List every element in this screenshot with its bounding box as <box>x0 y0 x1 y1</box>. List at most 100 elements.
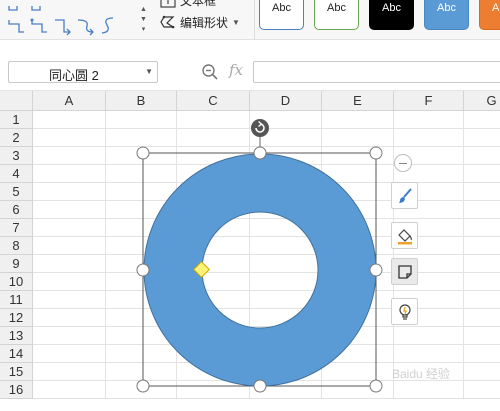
elbow-connector-icon[interactable] <box>6 6 27 36</box>
cell-g9[interactable] <box>464 255 500 273</box>
cell-g5[interactable] <box>464 183 500 201</box>
column-header-g[interactable]: G <box>464 91 500 111</box>
shape-style-preset-4[interactable]: Abc <box>424 0 469 30</box>
row-header-14[interactable]: 14 <box>0 345 33 363</box>
text-box-button[interactable]: 文本框 <box>160 0 216 9</box>
resize-handle-bottom-left[interactable] <box>136 379 150 393</box>
insert-function-button[interactable]: fx <box>229 61 243 79</box>
edit-shape-button[interactable]: 编辑形状 ▼ <box>160 13 240 31</box>
cell-g16[interactable] <box>464 381 500 399</box>
cell-g7[interactable] <box>464 219 500 237</box>
row-header-3[interactable]: 3 <box>0 147 33 165</box>
row-header-8[interactable]: 8 <box>0 237 33 255</box>
cell-b14[interactable] <box>106 345 177 363</box>
cell-g8[interactable] <box>464 237 500 255</box>
cell-e16[interactable] <box>322 381 394 399</box>
curved-connector-icon[interactable] <box>98 6 119 36</box>
row-header-2[interactable]: 2 <box>0 129 33 147</box>
resize-handle-bottom-right[interactable] <box>369 379 383 393</box>
resize-handle-right[interactable] <box>369 263 383 277</box>
row-header-11[interactable]: 11 <box>0 291 33 309</box>
cell-b5[interactable] <box>106 183 177 201</box>
resize-handle-left[interactable] <box>136 263 150 277</box>
cell-a8[interactable] <box>33 237 106 255</box>
cell-c1[interactable] <box>177 111 250 129</box>
cell-g2[interactable] <box>464 129 500 147</box>
cell-a14[interactable] <box>33 345 106 363</box>
cell-a3[interactable] <box>33 147 106 165</box>
row-header-6[interactable]: 6 <box>0 201 33 219</box>
gallery-more-button[interactable]: ▲ ▼ ▾ <box>139 5 148 35</box>
row-header-13[interactable]: 13 <box>0 327 33 345</box>
cell-e2[interactable] <box>322 129 394 147</box>
cell-b15[interactable] <box>106 363 177 381</box>
cell-a9[interactable] <box>33 255 106 273</box>
cell-g6[interactable] <box>464 201 500 219</box>
curved-arrow-connector-icon[interactable] <box>75 6 96 36</box>
column-header-d[interactable]: D <box>250 91 322 111</box>
cell-f1[interactable] <box>394 111 464 129</box>
cell-g12[interactable] <box>464 309 500 327</box>
row-header-16[interactable]: 16 <box>0 381 33 399</box>
resize-handle-bottom[interactable] <box>253 379 267 393</box>
idea-button[interactable] <box>391 298 418 325</box>
formula-input[interactable] <box>253 61 500 83</box>
column-header-b[interactable]: B <box>106 91 177 111</box>
cell-g1[interactable] <box>464 111 500 129</box>
row-header-5[interactable]: 5 <box>0 183 33 201</box>
cell-g13[interactable] <box>464 327 500 345</box>
shape-style-preset-3[interactable]: Abc <box>369 0 414 30</box>
cell-a16[interactable] <box>33 381 106 399</box>
cell-g15[interactable] <box>464 363 500 381</box>
cell-a2[interactable] <box>33 129 106 147</box>
shape-style-preset-5[interactable]: Abc <box>479 0 500 30</box>
row-header-15[interactable]: 15 <box>0 363 33 381</box>
row-header-9[interactable]: 9 <box>0 255 33 273</box>
shape-style-preset-1[interactable]: Abc <box>259 0 304 30</box>
cell-a10[interactable] <box>33 273 106 291</box>
cell-e15[interactable] <box>322 363 394 381</box>
column-header-c[interactable]: C <box>177 91 250 111</box>
elbow-arrow-connector-icon[interactable] <box>52 6 73 36</box>
cell-g14[interactable] <box>464 345 500 363</box>
zoom-out-icon[interactable] <box>201 63 219 81</box>
cell-g10[interactable] <box>464 273 500 291</box>
cell-a7[interactable] <box>33 219 106 237</box>
cell-e1[interactable] <box>322 111 394 129</box>
resize-handle-top-right[interactable] <box>369 146 383 160</box>
row-header-12[interactable]: 12 <box>0 309 33 327</box>
cell-a5[interactable] <box>33 183 106 201</box>
shape-outline-button[interactable] <box>391 258 418 285</box>
shape-style-button[interactable] <box>391 182 418 209</box>
name-box[interactable]: 同心圆 2 ▼ <box>8 61 158 83</box>
cell-a6[interactable] <box>33 201 106 219</box>
cell-f13[interactable] <box>394 327 464 345</box>
shape-fill-button[interactable] <box>391 222 418 249</box>
cell-f16[interactable] <box>394 381 464 399</box>
cell-c2[interactable] <box>177 129 250 147</box>
cell-b4[interactable] <box>106 165 177 183</box>
cell-f14[interactable] <box>394 345 464 363</box>
column-header-a[interactable]: A <box>33 91 106 111</box>
row-header-4[interactable]: 4 <box>0 165 33 183</box>
select-all-corner[interactable] <box>0 91 33 111</box>
resize-handle-top[interactable] <box>253 146 267 160</box>
elbow-connector-icon[interactable] <box>29 6 50 36</box>
cell-a13[interactable] <box>33 327 106 345</box>
cell-g4[interactable] <box>464 165 500 183</box>
shape-style-preset-2[interactable]: Abc <box>314 0 359 30</box>
cell-a11[interactable] <box>33 291 106 309</box>
column-header-e[interactable]: E <box>322 91 394 111</box>
cell-f2[interactable] <box>394 129 464 147</box>
rotate-handle[interactable] <box>251 119 269 137</box>
cell-a15[interactable] <box>33 363 106 381</box>
cell-a12[interactable] <box>33 309 106 327</box>
row-header-1[interactable]: 1 <box>0 111 33 129</box>
resize-handle-top-left[interactable] <box>136 146 150 160</box>
column-header-f[interactable]: F <box>394 91 464 111</box>
cell-g3[interactable] <box>464 147 500 165</box>
cell-b1[interactable] <box>106 111 177 129</box>
cell-b2[interactable] <box>106 129 177 147</box>
row-header-10[interactable]: 10 <box>0 273 33 291</box>
cell-e3[interactable] <box>322 147 394 165</box>
